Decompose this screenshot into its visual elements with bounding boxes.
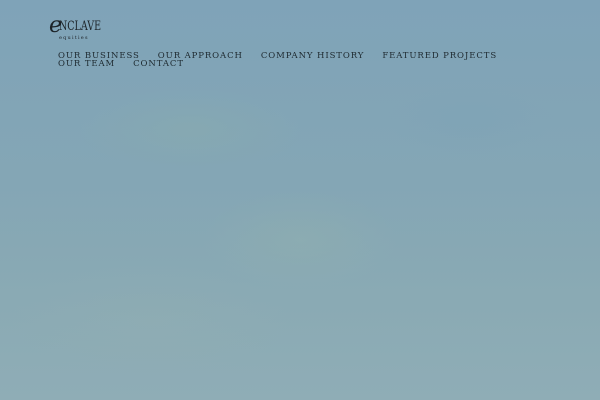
nav-item-featured-projects[interactable]: FEATURED PROJECTS (382, 52, 497, 61)
hero-background: e NCLAVE equities OUR BUSINESS OUR APPRO… (0, 0, 600, 400)
site-logo[interactable]: e NCLAVE equities (49, 12, 103, 42)
logo-wordmark: NCLAVE (59, 19, 101, 34)
nav-item-company-history[interactable]: COMPANY HISTORY (261, 52, 365, 61)
nav-item-our-team[interactable]: OUR TEAM (58, 60, 115, 69)
logo-mark: e NCLAVE equities (49, 13, 101, 41)
logo-tagline: equities (59, 35, 89, 41)
main-navigation: OUR BUSINESS OUR APPROACH COMPANY HISTOR… (58, 52, 528, 69)
nav-item-contact[interactable]: CONTACT (133, 60, 184, 69)
